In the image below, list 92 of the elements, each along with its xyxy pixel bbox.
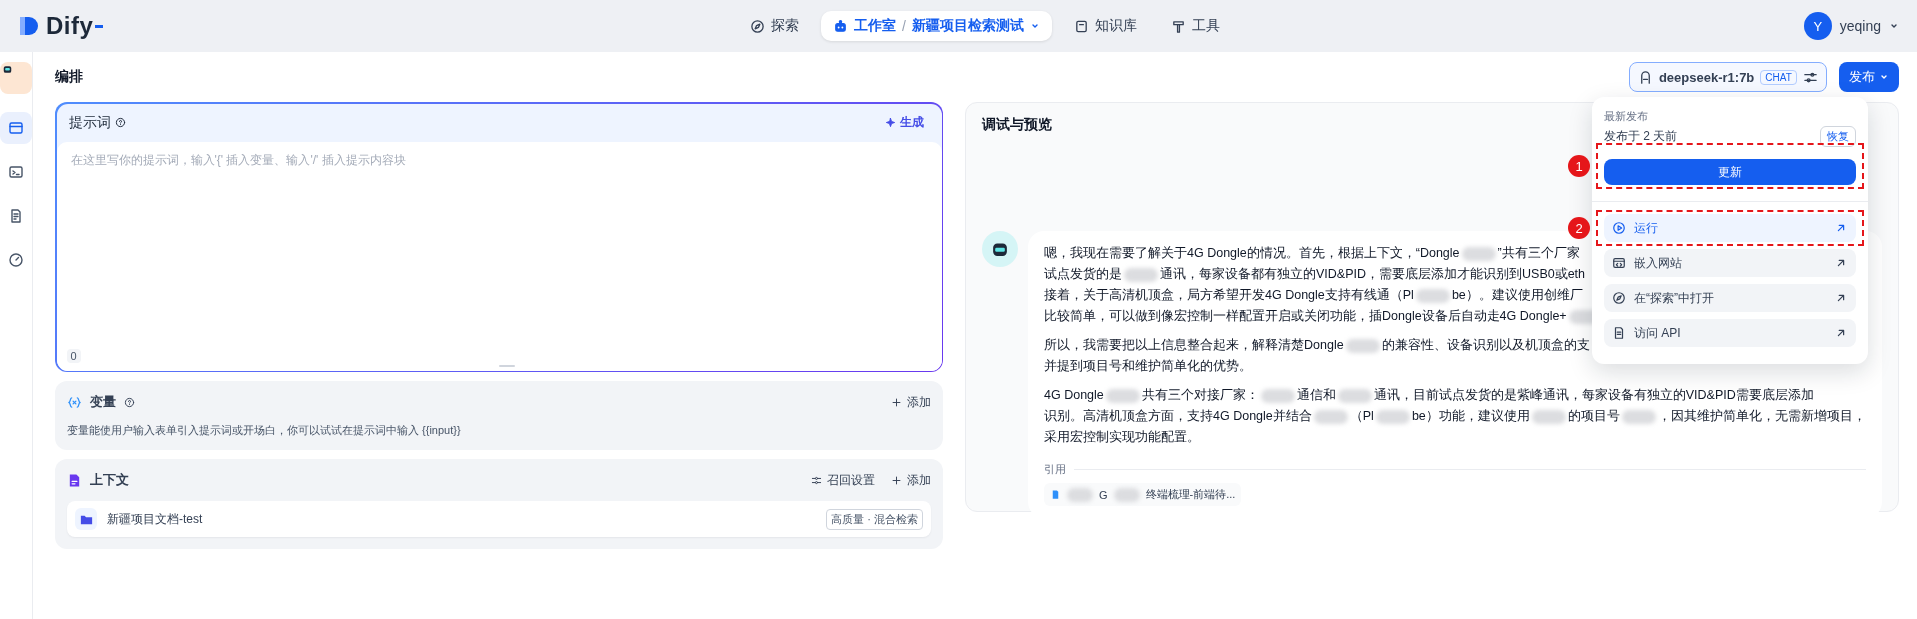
- add-button[interactable]: 添加: [891, 393, 931, 411]
- panel-title: 提示词: [68, 113, 111, 132]
- message-text: 并提到项目号和维护简单化的优势。: [1044, 358, 1252, 375]
- message-text: 的兼容性、设备识别以及机顶盒的支: [1381, 337, 1590, 354]
- sidebar-item[interactable]: [0, 112, 32, 144]
- user-avatar[interactable]: Y: [1803, 12, 1832, 40]
- menu-item[interactable]: 嵌入网站: [1604, 249, 1856, 277]
- breadcrumb-separator: /: [902, 18, 906, 34]
- gauge-icon: [8, 252, 24, 268]
- app-icon[interactable]: [0, 62, 32, 94]
- terminal-icon: [8, 164, 24, 180]
- publish-button[interactable]: 发布: [1838, 62, 1899, 92]
- message-text: 的项目号: [1567, 408, 1620, 425]
- logo-text: Dify: [46, 12, 94, 40]
- message-text: ”共有三个厂家: [1497, 245, 1580, 262]
- breadcrumb-text: 新疆项目检索测试: [911, 17, 1024, 35]
- description-text: 变量能使用户输入表单引入提示词或开场白，你可以试试在提示词中输入 {{input}}: [67, 423, 462, 438]
- user-name[interactable]: yeqing: [1839, 18, 1881, 34]
- message-text: 采用宏控制实现功能配置。: [1044, 429, 1200, 446]
- file-icon: [1612, 326, 1626, 340]
- update-button[interactable]: 更新: [1604, 159, 1856, 185]
- breadcrumb-text: 工作室: [854, 17, 896, 35]
- restore-button[interactable]: 恢复: [1820, 126, 1856, 147]
- help-icon: [124, 396, 135, 408]
- add-button[interactable]: 添加: [891, 471, 931, 489]
- message-text: 共有三个对接厂家：: [1141, 387, 1259, 404]
- section-title: 编排: [55, 68, 83, 86]
- embed-icon: [1612, 256, 1626, 270]
- message-text: 4G Dongle: [1044, 387, 1104, 404]
- breadcrumb-tab[interactable]: 工作室 / 新疆项目检索测试: [821, 11, 1052, 41]
- redaction-blur: [1337, 388, 1372, 403]
- redaction-blur: [1105, 388, 1140, 403]
- layout-icon: [8, 120, 24, 136]
- menu-item[interactable]: 访问 API: [1604, 319, 1856, 347]
- resize-handle[interactable]: [499, 364, 515, 367]
- help-icon: [114, 117, 126, 128]
- nav-link[interactable]: 探索: [738, 11, 811, 41]
- logo-underscore: [95, 25, 104, 28]
- menu-item[interactable]: 运行: [1604, 214, 1856, 242]
- publish-time: 发布于 2 天前: [1604, 128, 1678, 145]
- card-title: 变量: [90, 393, 116, 411]
- message-text: 通信和: [1296, 387, 1336, 404]
- message-text: 所以，我需要把以上信息整合起来，解释清楚Dongle: [1044, 337, 1344, 354]
- nav-label: 探索: [771, 17, 799, 35]
- nav-label: 知识库: [1094, 17, 1137, 35]
- message-text: be）。建议使用创维厂: [1451, 287, 1583, 304]
- citation-chip[interactable]: G 终端梳理-前端待...: [1044, 483, 1242, 506]
- dataset-tag: 高质量 · 混合检索: [826, 508, 923, 530]
- compass-icon: [1612, 291, 1626, 305]
- document-icon: [8, 208, 24, 224]
- message-text: be）功能，建议使用: [1411, 408, 1530, 425]
- message-text: 通讯，每家设备都有独立的VID&PID，需要底层添加才能识别到USB0或eth: [1160, 266, 1586, 283]
- model-badge: CHAT: [1760, 69, 1797, 85]
- generate-button[interactable]: 生成: [878, 113, 930, 132]
- redaction-blur: [1124, 267, 1158, 282]
- message-text: 接着，关于高清机顶盒，局方希望开发4G Dongle支持有线通（Pl: [1044, 287, 1414, 304]
- redaction-blur: [1313, 409, 1348, 424]
- braces-icon: [67, 394, 82, 410]
- redaction-blur: [1260, 388, 1295, 403]
- redaction-blur: [1531, 409, 1566, 424]
- nav-link[interactable]: 知识库: [1061, 11, 1149, 41]
- redaction-blur: [1621, 409, 1656, 424]
- message-text: 通讯，目前试点发货的是紫峰通讯，每家设备有独立的VID&PID需要底层添加: [1373, 387, 1814, 404]
- plus-icon: [891, 474, 902, 486]
- compass-icon: [750, 18, 765, 34]
- message-text: （Pl: [1349, 408, 1374, 425]
- document-icon: [67, 472, 82, 488]
- message-text: ，因其维护简单化，无需新增项目，: [1657, 408, 1866, 425]
- file-icon: [1050, 489, 1061, 500]
- message-text: 试点发货的是: [1044, 266, 1122, 283]
- redaction-blur: [1415, 288, 1450, 303]
- nav-label: 工具: [1191, 17, 1220, 35]
- dataset-item[interactable]: 新疆项目文档-test 高质量 · 混合检索: [67, 501, 931, 537]
- model-selector[interactable]: deepseek-r1:7b CHAT: [1628, 62, 1827, 92]
- plus-icon: [891, 396, 902, 408]
- redaction-blur: [1461, 246, 1496, 261]
- book-icon: [1073, 18, 1089, 34]
- nav-link[interactable]: 工具: [1158, 11, 1232, 41]
- play-icon: [1612, 221, 1626, 235]
- card-title: 上下文: [90, 471, 129, 489]
- menu-heading: 最新发布: [1604, 109, 1649, 124]
- settings-icon: [811, 474, 822, 486]
- menu-item[interactable]: 在“探索”中打开: [1604, 284, 1856, 312]
- message-text: 识别。高清机顶盒方面，支持4G Dongle并结合: [1044, 408, 1312, 425]
- redaction-blur: [1375, 409, 1410, 424]
- sparkle-icon: [884, 117, 896, 128]
- redaction-blur: [1345, 338, 1380, 353]
- retrieval-settings-button[interactable]: 召回设置: [811, 471, 875, 489]
- message-text: 比较简单，可以做到像宏控制一样配置开启或关闭功能，插Dongle设备后自动走4G Dongle+: [1044, 308, 1567, 325]
- citation-label: 引用: [1044, 462, 1066, 477]
- message-text: 嗯，我现在需要了解关于4G Dongle的情况。首先，根据上下文，“Dongle: [1044, 245, 1460, 262]
- panel-title: 调试与预览: [982, 115, 1052, 134]
